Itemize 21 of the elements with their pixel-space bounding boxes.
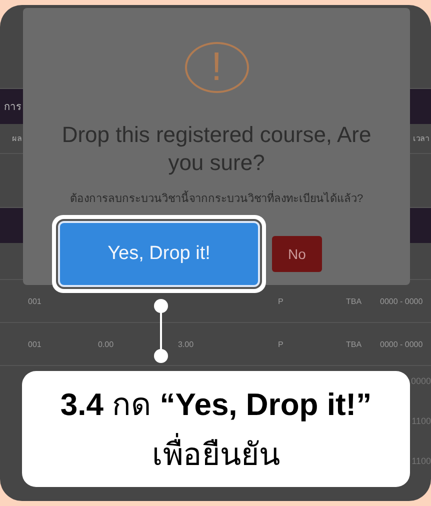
table-cell: 0.00 [98,340,114,348]
table-cell: 0000 - 0000 [380,340,423,348]
annotation-step: 3.4 กด “Yes, Drop it!” [60,379,372,429]
table-cell: P [278,340,284,348]
table-cell: TBA [346,340,362,348]
section-title: การ [4,101,21,114]
confirm-button[interactable]: Yes, Drop it! [60,223,258,285]
table-cell: TBA [346,296,362,306]
table-cell: P [278,296,284,306]
cancel-button[interactable]: No [272,236,322,272]
table-header: เวลา [413,133,429,145]
table-cell: 001 [28,340,42,348]
table-cell: 001 [28,296,42,306]
table-cell: 0000 - 0000 [380,296,423,306]
dialog-title: Drop this registered course, Are you sure? [60,121,372,177]
table-header: ผล [12,133,22,145]
warning-icon: ! [184,42,248,93]
connector-line-drawing [153,298,169,364]
table-cell: 3.00 [178,340,194,348]
annotation-text: เพื่อยืนยัน [152,429,280,479]
dialog-message: ต้องการลบกระบวนวิชานี้จากกระบวนวิชาที่ลงทะเบียนได้แล้ว? [70,189,364,207]
